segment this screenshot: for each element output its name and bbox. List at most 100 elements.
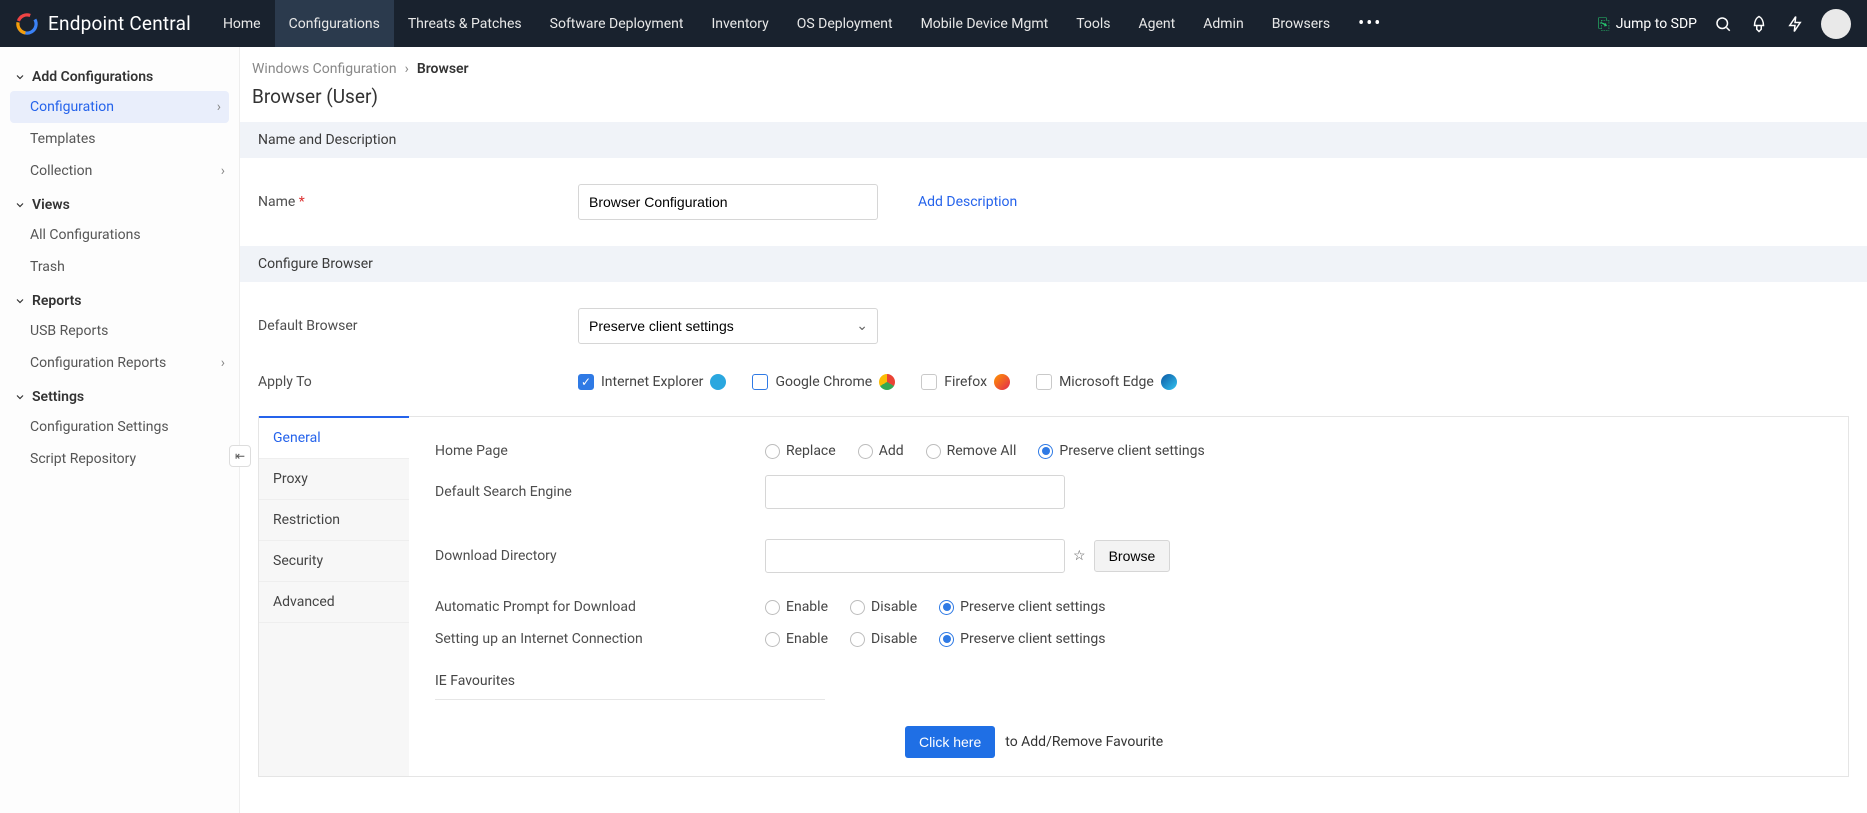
- sidebar-item-trash[interactable]: Trash: [0, 251, 239, 283]
- apply-to-microsoft-edge[interactable]: Microsoft Edge: [1036, 374, 1177, 390]
- auto-prompt-radio-disable[interactable]: Disable: [850, 599, 917, 615]
- section-configure-browser: Configure Browser: [240, 246, 1867, 282]
- home-page-radio-remove-all[interactable]: Remove All: [926, 443, 1017, 459]
- topnav-configurations[interactable]: Configurations: [275, 0, 394, 47]
- checkbox-icon[interactable]: [752, 374, 768, 390]
- sidebar-item-configuration[interactable]: Configuration›: [10, 91, 229, 123]
- sidebar-item-configuration-settings[interactable]: Configuration Settings: [0, 411, 239, 443]
- topnav-software-deployment[interactable]: Software Deployment: [536, 0, 698, 47]
- topnav-browsers[interactable]: Browsers: [1258, 0, 1344, 47]
- radio-icon[interactable]: [765, 600, 780, 615]
- home-page-radio-preserve-client-settings[interactable]: Preserve client settings: [1038, 443, 1204, 459]
- name-label: Name *: [258, 194, 538, 210]
- radio-icon[interactable]: [765, 444, 780, 459]
- radio-icon[interactable]: [858, 444, 873, 459]
- name-input[interactable]: [578, 184, 878, 220]
- browser-icon: [879, 374, 895, 390]
- page-title: Browser (User): [240, 81, 1867, 122]
- main-content: Windows Configuration › Browser Browser …: [240, 47, 1867, 813]
- auto-prompt-radios: Enable Disable Preserve client settings: [765, 599, 1105, 615]
- sidebar-item-configuration-reports[interactable]: Configuration Reports›: [0, 347, 239, 379]
- topnav-home[interactable]: Home: [209, 0, 275, 47]
- checkbox-icon[interactable]: [1036, 374, 1052, 390]
- tab-restriction[interactable]: Restriction: [259, 500, 409, 541]
- apply-to-group: Internet Explorer Google Chrome Firefox Mic…: [578, 374, 1177, 390]
- topnav-mobile-device-mgmt[interactable]: Mobile Device Mgmt: [907, 0, 1063, 47]
- apply-to-google-chrome[interactable]: Google Chrome: [752, 374, 895, 390]
- sidebar-item-script-repository[interactable]: Script Repository: [0, 443, 239, 475]
- sidebar-item-usb-reports[interactable]: USB Reports: [0, 315, 239, 347]
- topnav-admin[interactable]: Admin: [1189, 0, 1257, 47]
- download-dir-input[interactable]: [765, 539, 1065, 573]
- avatar[interactable]: [1821, 9, 1851, 39]
- sidebar-item-collection[interactable]: Collection›: [0, 155, 239, 187]
- checkbox-icon[interactable]: [921, 374, 937, 390]
- sdp-icon: ⎘: [1598, 15, 1610, 33]
- brand: Endpoint Central: [0, 11, 209, 37]
- default-browser-label: Default Browser: [258, 318, 538, 334]
- sidebar-item-all-configurations[interactable]: All Configurations: [0, 219, 239, 251]
- favorite-star-icon[interactable]: ☆: [1073, 548, 1086, 564]
- internet-conn-radio-disable[interactable]: Disable: [850, 631, 917, 647]
- tab-advanced[interactable]: Advanced: [259, 582, 409, 623]
- sidebar-group-settings[interactable]: Settings: [0, 379, 239, 411]
- download-dir-label: Download Directory: [435, 548, 765, 564]
- search-engine-input[interactable]: [765, 475, 1065, 509]
- internet-conn-radio-preserve-client-settings[interactable]: Preserve client settings: [939, 631, 1105, 647]
- add-description-link[interactable]: Add Description: [918, 194, 1017, 210]
- radio-icon[interactable]: [850, 600, 865, 615]
- browse-button[interactable]: Browse: [1094, 540, 1171, 572]
- fav-suffix-text: to Add/Remove Favourite: [1005, 734, 1163, 750]
- sidebar-group-reports[interactable]: Reports: [0, 283, 239, 315]
- tab-general-content: Home Page Replace Add Remove All Preserve c…: [409, 417, 1848, 776]
- topnav-inventory[interactable]: Inventory: [697, 0, 782, 47]
- home-page-label: Home Page: [435, 443, 765, 459]
- section-name-description: Name and Description: [240, 122, 1867, 158]
- radio-icon[interactable]: [939, 632, 954, 647]
- radio-icon[interactable]: [939, 600, 954, 615]
- internet-conn-radio-enable[interactable]: Enable: [765, 631, 828, 647]
- auto-prompt-radio-enable[interactable]: Enable: [765, 599, 828, 615]
- topnav-tools[interactable]: Tools: [1062, 0, 1124, 47]
- more-menu-icon[interactable]: •••: [1344, 13, 1396, 34]
- apply-to-label: Apply To: [258, 374, 538, 390]
- topnav-os-deployment[interactable]: OS Deployment: [783, 0, 907, 47]
- search-icon[interactable]: [1713, 14, 1733, 34]
- home-page-radio-add[interactable]: Add: [858, 443, 904, 459]
- default-browser-select[interactable]: Preserve client settings: [578, 308, 878, 344]
- sidebar-collapse-toggle[interactable]: ⇤: [229, 445, 251, 467]
- topnav-agent[interactable]: Agent: [1125, 0, 1190, 47]
- jump-to-sdp-label: Jump to SDP: [1616, 16, 1697, 32]
- radio-icon[interactable]: [765, 632, 780, 647]
- sidebar-group-add-configurations[interactable]: Add Configurations: [0, 59, 239, 91]
- tab-general[interactable]: General: [259, 416, 409, 459]
- tabbed-panel: GeneralProxyRestrictionSecurityAdvanced …: [258, 416, 1849, 777]
- top-nav: HomeConfigurationsThreats & PatchesSoftw…: [209, 0, 1344, 47]
- home-page-radios: Replace Add Remove All Preserve client sett…: [765, 443, 1205, 459]
- radio-icon[interactable]: [926, 444, 941, 459]
- apply-to-firefox[interactable]: Firefox: [921, 374, 1010, 390]
- browser-icon: [710, 374, 726, 390]
- ie-favourites-header: IE Favourites: [435, 673, 825, 700]
- radio-icon[interactable]: [1038, 444, 1053, 459]
- required-icon: *: [299, 194, 305, 210]
- tab-proxy[interactable]: Proxy: [259, 459, 409, 500]
- tab-security[interactable]: Security: [259, 541, 409, 582]
- chevron-right-icon: ›: [405, 61, 409, 77]
- sidebar-group-views[interactable]: Views: [0, 187, 239, 219]
- bolt-icon[interactable]: [1785, 14, 1805, 34]
- breadcrumb-current: Browser: [417, 61, 469, 77]
- radio-icon[interactable]: [850, 632, 865, 647]
- click-here-button[interactable]: Click here: [905, 726, 995, 758]
- breadcrumb: Windows Configuration › Browser: [240, 47, 1867, 81]
- jump-to-sdp-link[interactable]: ⎘ Jump to SDP: [1598, 15, 1697, 33]
- rocket-icon[interactable]: [1749, 14, 1769, 34]
- home-page-radio-replace[interactable]: Replace: [765, 443, 836, 459]
- auto-prompt-radio-preserve-client-settings[interactable]: Preserve client settings: [939, 599, 1105, 615]
- topnav-threats-patches[interactable]: Threats & Patches: [394, 0, 536, 47]
- breadcrumb-parent[interactable]: Windows Configuration: [252, 61, 397, 77]
- checkbox-icon[interactable]: [578, 374, 594, 390]
- apply-to-internet-explorer[interactable]: Internet Explorer: [578, 374, 726, 390]
- sidebar-item-templates[interactable]: Templates: [0, 123, 239, 155]
- brand-logo-icon: [14, 11, 40, 37]
